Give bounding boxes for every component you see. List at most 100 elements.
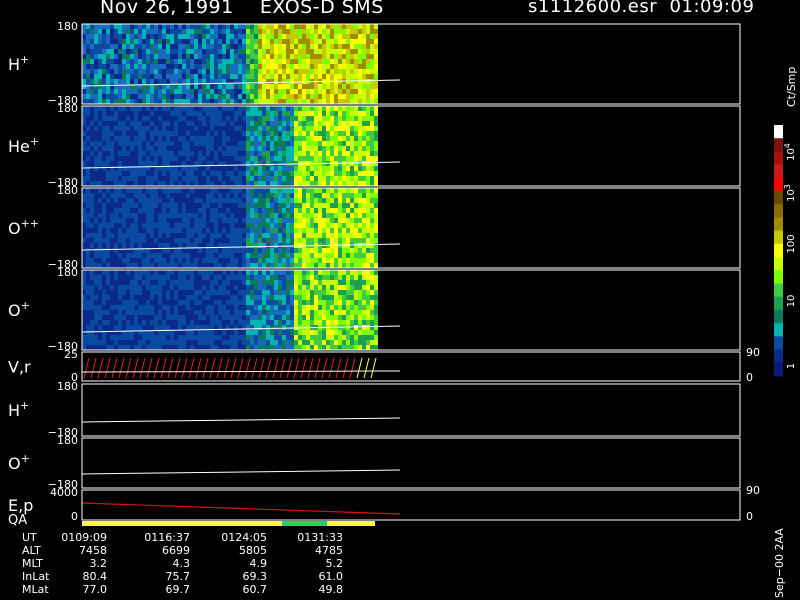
colorbar-tick-label: 104 bbox=[783, 143, 797, 161]
qa-bar-ok bbox=[282, 521, 327, 526]
table-cell: 4.9 bbox=[249, 557, 268, 570]
table-row-label: MLat bbox=[22, 583, 49, 596]
velocity-tick bbox=[251, 357, 258, 379]
table-cell: 6699 bbox=[162, 544, 190, 557]
panel-frame bbox=[81, 351, 741, 382]
panel-name-he: He+ bbox=[8, 135, 39, 156]
table-cell: 0109:09 bbox=[61, 531, 107, 544]
right-tick-bottom: 0 bbox=[746, 371, 753, 384]
colorbar-swatch bbox=[774, 125, 783, 139]
colorbar: 104 103 100 10 1 bbox=[774, 125, 797, 377]
colorbar-swatch bbox=[774, 309, 783, 324]
colorbar-swatch bbox=[774, 257, 783, 271]
velocity-tick bbox=[314, 357, 321, 379]
panel-name-o1: O+ bbox=[8, 299, 30, 320]
colorbar-swatch bbox=[774, 362, 783, 377]
spectrogram-heatmaps bbox=[82, 24, 378, 350]
velocity-tick bbox=[139, 357, 146, 379]
y-tick-top: 180 bbox=[57, 20, 78, 33]
velocity-tick bbox=[216, 357, 223, 379]
velocity-tick bbox=[132, 357, 139, 379]
velocity-tick bbox=[356, 357, 363, 379]
table-row-label: MLT bbox=[22, 557, 43, 570]
table-cell: 5.2 bbox=[325, 557, 344, 570]
colorbar-swatch bbox=[774, 283, 783, 298]
velocity-tick bbox=[363, 357, 370, 379]
velocity-tick bbox=[349, 357, 356, 379]
colorbar-swatch bbox=[774, 191, 783, 205]
version-note: Sep−00 2AA bbox=[773, 528, 786, 598]
velocity-tick bbox=[370, 357, 377, 379]
table-cell: 60.7 bbox=[242, 583, 268, 596]
colorbar-swatch bbox=[774, 323, 783, 337]
colorbar-swatch bbox=[774, 296, 783, 311]
velocity-tick bbox=[223, 357, 230, 379]
velocity-tick bbox=[153, 357, 160, 379]
y-tick-top: 180 bbox=[57, 184, 78, 197]
velocity-tick bbox=[195, 357, 202, 379]
velocity-tick bbox=[181, 357, 188, 379]
table-cell: 0131:33 bbox=[297, 531, 343, 544]
velocity-tick bbox=[272, 357, 279, 379]
velocity-tick bbox=[237, 357, 244, 379]
velocity-tick bbox=[104, 357, 111, 379]
colorbar-swatch bbox=[774, 270, 783, 285]
right-tick-top: 90 bbox=[746, 346, 760, 359]
table-cell: 3.2 bbox=[89, 557, 108, 570]
velocity-tick bbox=[328, 357, 335, 379]
panel-name-vr: V,r bbox=[8, 358, 31, 377]
velocity-tick bbox=[279, 357, 286, 379]
chart-title: Nov 26, 1991 EXOS-D SMS bbox=[100, 0, 384, 18]
qa-bar-good bbox=[82, 521, 282, 526]
table-cell: 69.3 bbox=[242, 570, 268, 583]
velocity-tick bbox=[300, 357, 307, 379]
right-tick-bottom: 0 bbox=[746, 510, 753, 523]
y-tick-top: 180 bbox=[57, 434, 78, 447]
velocity-tick bbox=[293, 357, 300, 379]
vr-trace-line bbox=[81, 370, 401, 373]
qa-bar-good bbox=[327, 521, 375, 526]
colorbar-swatch bbox=[774, 230, 783, 245]
colorbar-swatch bbox=[774, 349, 783, 364]
velocity-tick bbox=[230, 357, 237, 379]
colorbar-swatch bbox=[774, 217, 783, 232]
panel-name-opp: O++ bbox=[8, 217, 39, 238]
velocity-tick bbox=[321, 357, 328, 379]
velocity-tick bbox=[83, 357, 90, 379]
table-cell: 69.7 bbox=[165, 583, 191, 596]
right-tick-top: 90 bbox=[746, 484, 760, 497]
panel-name-superscript: + bbox=[21, 299, 30, 312]
velocity-tick bbox=[342, 357, 349, 379]
velocity-tick bbox=[125, 357, 132, 379]
y-tick-top: 180 bbox=[57, 266, 78, 279]
table-cell: 5805 bbox=[239, 544, 267, 557]
y-tick-top: 25 bbox=[64, 348, 78, 361]
colorbar-swatch bbox=[774, 164, 783, 179]
panel-name-superscript: + bbox=[20, 399, 29, 412]
table-cell: 80.4 bbox=[82, 570, 108, 583]
velocity-tick bbox=[286, 357, 293, 379]
y-tick-top: 180 bbox=[57, 380, 78, 393]
velocity-tick bbox=[209, 357, 216, 379]
table-cell: 77.0 bbox=[82, 583, 108, 596]
panel-frame bbox=[81, 383, 741, 437]
panel-name-h2: H+ bbox=[8, 399, 29, 420]
table-row-label: UT bbox=[22, 531, 37, 544]
velocity-tick bbox=[111, 357, 118, 379]
velocity-tick bbox=[258, 357, 265, 379]
colorbar-swatch bbox=[774, 177, 783, 192]
table-cell: 61.0 bbox=[318, 570, 344, 583]
panel-name-superscript: + bbox=[20, 53, 29, 66]
colorbar-swatch bbox=[774, 138, 783, 152]
velocity-tick bbox=[244, 357, 251, 379]
panel-name-o2: O+ bbox=[8, 452, 30, 473]
table-cell: 4785 bbox=[315, 544, 343, 557]
table-cell: 49.8 bbox=[318, 583, 344, 596]
velocity-tick bbox=[160, 357, 167, 379]
table-cell: 7458 bbox=[79, 544, 107, 557]
table-cell: 0124:05 bbox=[221, 531, 267, 544]
colorbar-tick-exponent: 3 bbox=[783, 184, 792, 189]
panel-name-superscript: + bbox=[21, 452, 30, 465]
velocity-tick bbox=[335, 357, 342, 379]
velocity-tick bbox=[174, 357, 181, 379]
